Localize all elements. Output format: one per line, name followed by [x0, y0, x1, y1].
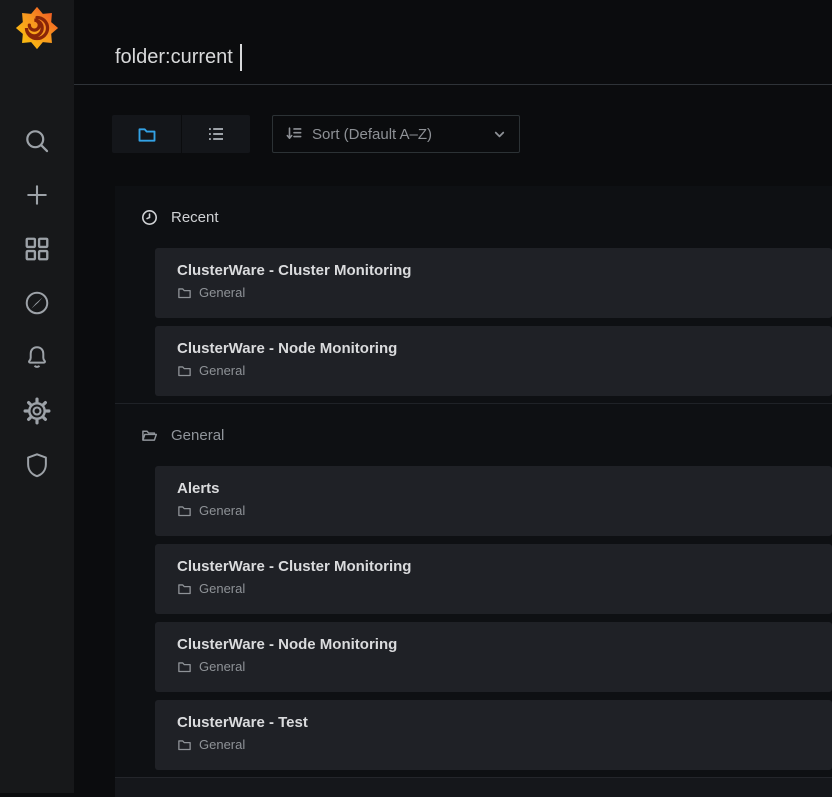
sidebar-item-server-admin[interactable] [23, 451, 51, 479]
folder-icon [177, 285, 192, 300]
folder-icon [137, 124, 157, 144]
clock-icon [141, 209, 158, 226]
folder-icon [177, 503, 192, 518]
text-caret [240, 44, 242, 71]
list-icon [206, 124, 226, 144]
plus-icon [23, 181, 51, 209]
folder-open-icon [141, 427, 158, 444]
dashboard-folder-tag: General [177, 659, 816, 674]
next-section-partial [115, 777, 832, 797]
folder-name: General [199, 581, 245, 596]
bell-icon [23, 343, 51, 371]
section-items: Alerts General ClusterWare - Cluster Mon… [155, 466, 832, 777]
folder-name: General [199, 285, 245, 300]
search-results: Recent ClusterWare - Cluster Monitoring … [115, 186, 832, 797]
folder-icon [177, 581, 192, 596]
folder-name: General [199, 737, 245, 752]
dashboard-title: ClusterWare - Test [177, 713, 816, 732]
folder-name: General [199, 503, 245, 518]
search-input[interactable]: folder:current [115, 44, 515, 71]
grafana-flame-icon [14, 5, 60, 51]
sidebar-item-explore[interactable] [23, 289, 51, 317]
dashboard-card[interactable]: ClusterWare - Node Monitoring General [155, 326, 832, 396]
dashboard-title: Alerts [177, 479, 816, 498]
compass-icon [23, 289, 51, 317]
dashboard-title: ClusterWare - Node Monitoring [177, 635, 816, 654]
folders-view-button[interactable] [112, 115, 181, 153]
list-view-button[interactable] [181, 115, 250, 153]
search-icon [23, 127, 51, 155]
sidebar-item-search[interactable] [23, 127, 51, 155]
dashboard-title: ClusterWare - Node Monitoring [177, 339, 816, 358]
dashboard-card[interactable]: ClusterWare - Cluster Monitoring General [155, 248, 832, 318]
search-toolbar: Sort (Default A–Z) [112, 115, 832, 153]
sidebar-nav [23, 127, 51, 479]
sort-label: Sort (Default A–Z) [312, 126, 432, 143]
grafana-logo[interactable] [14, 5, 60, 51]
dashboard-card[interactable]: Alerts General [155, 466, 832, 536]
dashboard-card[interactable]: ClusterWare - Test General [155, 700, 832, 770]
sidebar-item-create[interactable] [23, 181, 51, 209]
sidebar-item-configuration[interactable] [23, 397, 51, 425]
dashboard-card[interactable]: ClusterWare - Cluster Monitoring General [155, 544, 832, 614]
grafana-app: folder:current [0, 0, 832, 793]
folder-name: General [199, 659, 245, 674]
section-general: General Alerts General ClusterWare - Clu… [115, 403, 832, 777]
layout-toggle [112, 115, 250, 153]
shield-icon [23, 451, 51, 479]
dashboard-title: ClusterWare - Cluster Monitoring [177, 557, 816, 576]
search-bar: folder:current [74, 0, 832, 85]
folder-name: General [199, 363, 245, 378]
section-recent: Recent ClusterWare - Cluster Monitoring … [115, 186, 832, 403]
section-header-recent[interactable]: Recent [115, 186, 832, 248]
dashboard-folder-tag: General [177, 737, 816, 752]
dashboard-folder-tag: General [177, 503, 816, 518]
section-label: General [171, 427, 224, 444]
chevron-down-icon [492, 127, 507, 142]
dashboard-folder-tag: General [177, 285, 816, 300]
section-items: ClusterWare - Cluster Monitoring General… [155, 248, 832, 403]
search-query-text: folder:current [115, 46, 233, 69]
dashboard-title: ClusterWare - Cluster Monitoring [177, 261, 816, 280]
gear-icon [23, 397, 51, 425]
folder-icon [177, 737, 192, 752]
section-header-general[interactable]: General [115, 404, 832, 466]
dashboard-folder-tag: General [177, 581, 816, 596]
section-label: Recent [171, 209, 219, 226]
search-screen: folder:current [74, 0, 832, 793]
folder-icon [177, 659, 192, 674]
dashboard-card[interactable]: ClusterWare - Node Monitoring General [155, 622, 832, 692]
sidebar [0, 0, 74, 793]
dashboard-folder-tag: General [177, 363, 816, 378]
sidebar-item-dashboards[interactable] [23, 235, 51, 263]
sort-dropdown[interactable]: Sort (Default A–Z) [272, 115, 520, 153]
dashboards-grid-icon [23, 235, 51, 263]
folder-icon [177, 363, 192, 378]
sort-amount-down-icon [285, 125, 303, 143]
sidebar-item-alerting[interactable] [23, 343, 51, 371]
